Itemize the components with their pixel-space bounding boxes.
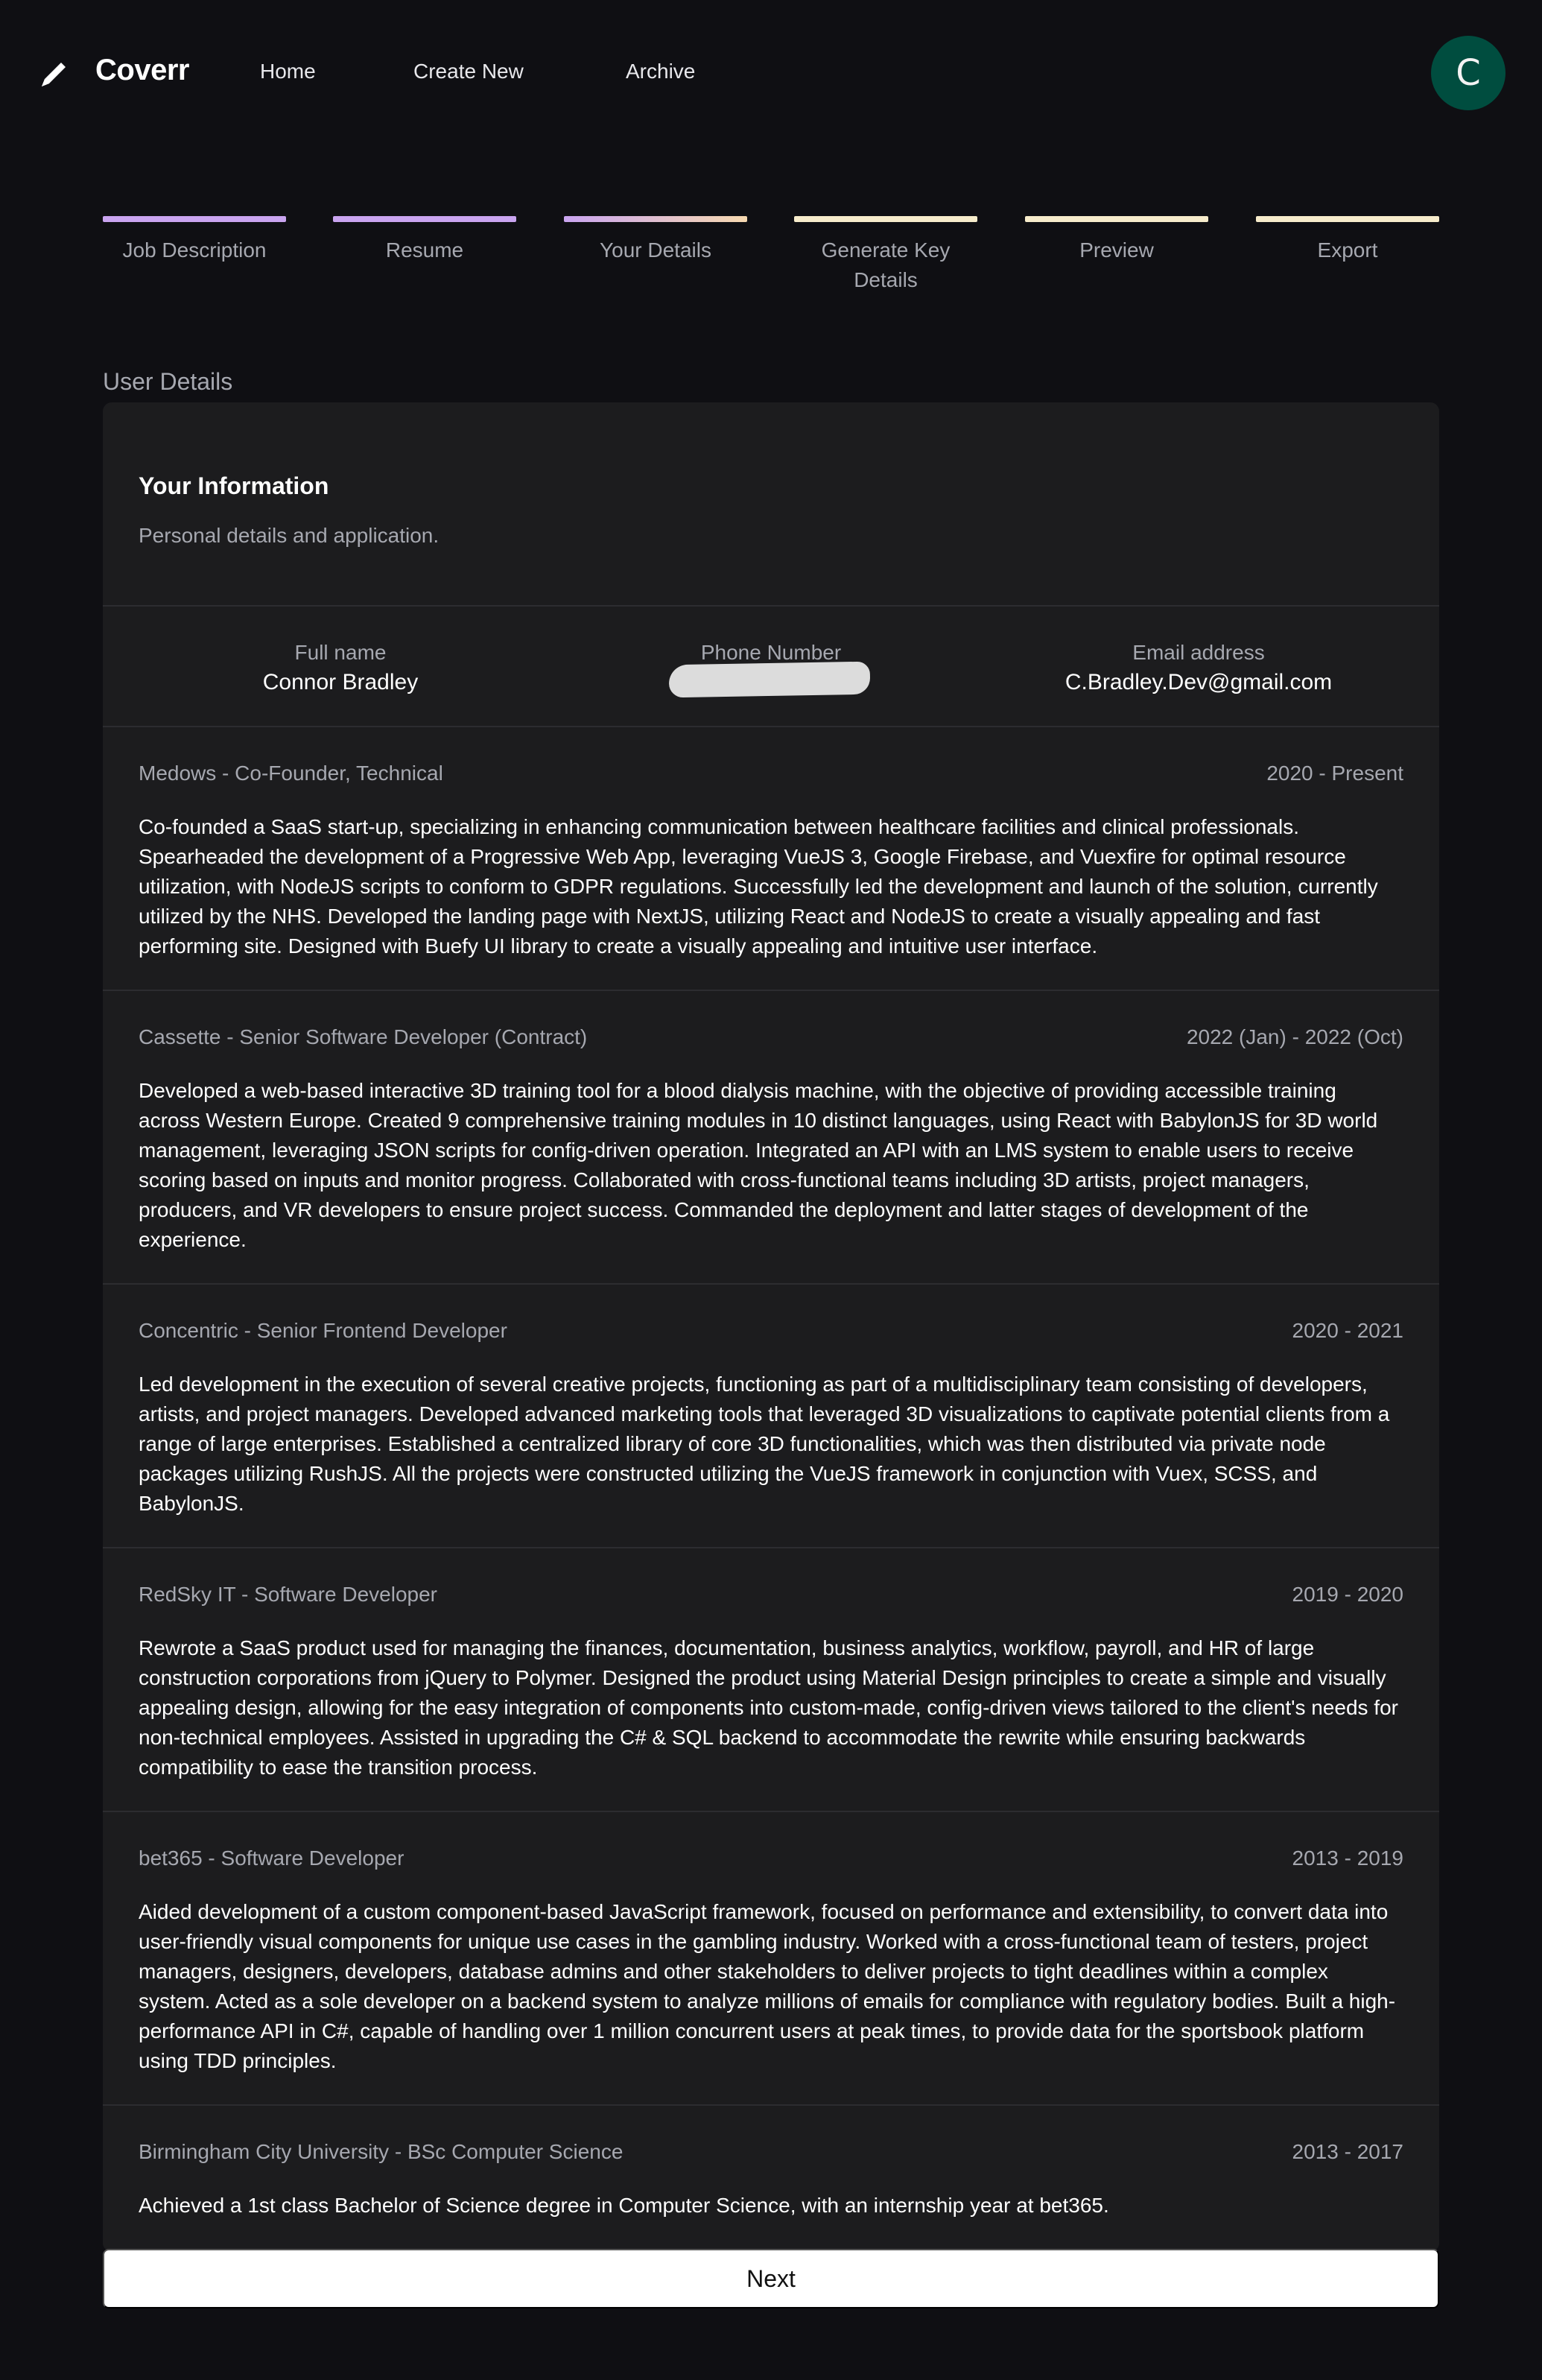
experience-period: 2019 - 2020 [1292,1583,1403,1606]
experience-title: bet365 - Software Developer [139,1846,404,1870]
step-your-details[interactable]: Your Details [564,216,747,265]
education-title: Birmingham City University - BSc Compute… [139,2140,624,2163]
card-header: Your Information Personal details and ap… [103,402,1439,607]
experience-item: Concentric - Senior Frontend Developer 2… [103,1285,1439,1548]
full-name-value[interactable]: Connor Bradley [132,668,549,697]
step-preview[interactable]: Preview [1025,216,1208,265]
nav-link-archive[interactable]: Archive [626,60,695,83]
step-label: Generate Key Details [821,238,951,291]
step-export[interactable]: Export [1256,216,1439,265]
experience-item: Medows - Co-Founder, Technical 2020 - Pr… [103,727,1439,991]
user-details-card: Your Information Personal details and ap… [103,402,1439,2252]
top-navbar: Coverr Home Create New Archive C [0,0,1542,146]
section-title: User Details [103,368,233,395]
card-subtitle: Personal details and application. [139,524,440,547]
step-bar [794,216,977,222]
experience-title: Medows - Co-Founder, Technical [139,762,443,785]
experience-item: bet365 - Software Developer 2013 - 2019 … [103,1812,1439,2106]
experience-description: Developed a web-based interactive 3D tra… [139,1079,1378,1251]
education-header: Birmingham City University - BSc Compute… [139,2137,1403,2167]
step-bar [1025,216,1208,222]
experience-header: Medows - Co-Founder, Technical 2020 - Pr… [139,759,1403,788]
experience-description: Led development in the execution of seve… [139,1373,1390,1515]
user-avatar[interactable]: C [1431,36,1505,110]
experience-description: Co-founded a SaaS start-up, specializing… [139,815,1378,958]
step-bar [333,216,516,222]
step-resume[interactable]: Resume [333,216,516,265]
step-bar [1256,216,1439,222]
experience-header: Concentric - Senior Frontend Developer 2… [139,1316,1403,1346]
step-label: Export [1317,238,1378,262]
full-name-label: Full name [294,641,387,664]
experience-period: 2022 (Jan) - 2022 (Oct) [1186,1025,1403,1048]
redacted-phone-scribble [668,661,871,698]
experience-header: RedSky IT - Software Developer 2019 - 20… [139,1580,1403,1610]
experience-period: 2020 - Present [1266,762,1403,785]
experience-period: 2013 - 2019 [1292,1846,1403,1870]
progress-stepper: Job Description Resume Your Details Gene… [103,216,1439,298]
nav-link-create-new[interactable]: Create New [413,60,524,83]
experience-title: Concentric - Senior Frontend Developer [139,1319,507,1342]
experience-description: Aided development of a custom component-… [139,1900,1396,2072]
step-label: Your Details [600,238,711,262]
education-description: Achieved a 1st class Bachelor of Science… [139,2194,1109,2217]
pencil-icon[interactable] [36,57,72,92]
step-label: Job Description [122,238,267,262]
card-title: Your Information [139,472,329,499]
step-bar [564,216,747,222]
email-value[interactable]: C.Bradley.Dev@gmail.com [990,668,1407,697]
experience-title: RedSky IT - Software Developer [139,1583,437,1606]
step-label: Resume [385,238,464,262]
contact-info-row: Full name Connor Bradley Phone Number Em… [103,607,1439,727]
step-job-description[interactable]: Job Description [103,216,286,265]
step-generate-key-details[interactable]: Generate Key Details [794,216,977,295]
education-period: 2013 - 2017 [1292,2140,1403,2163]
experience-item: Cassette - Senior Software Developer (Co… [103,991,1439,1285]
step-label: Preview [1079,238,1154,262]
experience-header: Cassette - Senior Software Developer (Co… [139,1022,1403,1052]
nav-link-home[interactable]: Home [260,60,316,83]
experience-title: Cassette - Senior Software Developer (Co… [139,1025,588,1048]
email-label: Email address [1132,641,1265,664]
next-button[interactable]: Next [103,2249,1439,2308]
education-item: Birmingham City University - BSc Compute… [103,2106,1439,2221]
full-name-field: Full name Connor Bradley [132,638,549,697]
experience-header: bet365 - Software Developer 2013 - 2019 [139,1843,1403,1873]
experience-period: 2020 - 2021 [1292,1319,1403,1342]
step-bar [103,216,286,222]
experience-description: Rewrote a SaaS product used for managing… [139,1636,1398,1779]
experience-item: RedSky IT - Software Developer 2019 - 20… [103,1548,1439,1812]
brand-name[interactable]: Coverr [95,54,189,87]
email-field: Email address C.Bradley.Dev@gmail.com [990,638,1407,697]
